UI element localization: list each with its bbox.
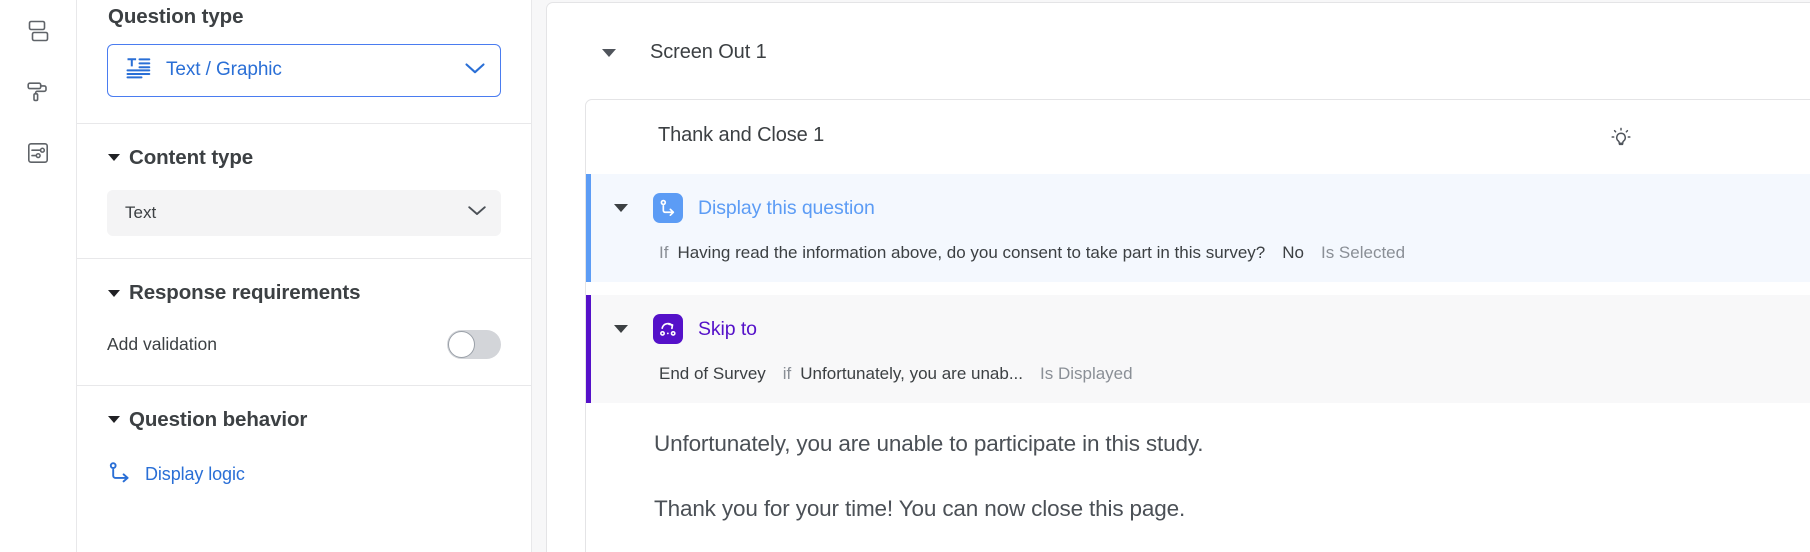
left-icon-rail: [0, 0, 77, 552]
display-logic-link-label: Display logic: [145, 464, 245, 484]
content-type-heading: Content type: [129, 145, 254, 169]
display-logic-arrow-icon: [653, 193, 683, 223]
condition-keyword: If: [659, 243, 669, 262]
condition-choice: No: [1282, 243, 1304, 262]
question-name: Thank and Close 1: [658, 124, 825, 146]
skip-logic-header: Skip to: [591, 314, 1810, 344]
block-header[interactable]: Screen Out 1: [602, 41, 767, 64]
display-logic-link[interactable]: Display logic: [107, 460, 501, 489]
text-graphic-icon: [126, 57, 151, 84]
survey-editor-screen: Question type Text / Graphic Content typ…: [0, 0, 1810, 552]
divider: [77, 384, 531, 386]
caret-down-icon: [108, 289, 120, 297]
toggle-knob: [448, 330, 475, 358]
caret-down-icon: [108, 154, 120, 162]
divider: [77, 122, 531, 124]
skip-logic-condition: End of Survey if Unfortunately, you are …: [591, 364, 1810, 384]
rail-item-look-and-feel[interactable]: [15, 69, 61, 115]
question-card-header: Thank and Close 1: [586, 100, 1810, 174]
content-type-section-header[interactable]: Content type: [107, 145, 501, 169]
question-type-select[interactable]: Text / Graphic: [107, 43, 501, 97]
question-card: Thank and Close 1 Display this question …: [585, 99, 1810, 552]
response-requirements-heading: Response requirements: [129, 281, 361, 304]
question-body[interactable]: Unfortunately, you are unable to partici…: [586, 403, 1810, 522]
display-logic-header: Display this question: [591, 193, 1810, 223]
block-sheet: Screen Out 1 Thank and Close 1 Display t…: [546, 2, 1810, 552]
skip-to-arc-icon: [653, 314, 683, 344]
chevron-down-icon: [464, 61, 486, 80]
display-logic-condition: If Having read the information above, do…: [591, 243, 1810, 263]
add-validation-row: Add validation: [107, 329, 501, 359]
lightbulb-icon[interactable]: [1601, 118, 1641, 158]
question-behavior-heading: Question behavior: [129, 407, 308, 431]
sliders-settings-icon: [25, 140, 51, 166]
display-logic-title[interactable]: Display this question: [698, 197, 875, 220]
content-type-select[interactable]: Text: [107, 190, 501, 236]
survey-canvas: Screen Out 1 Thank and Close 1 Display t…: [532, 0, 1810, 552]
question-settings-panel: Question type Text / Graphic Content typ…: [77, 0, 532, 552]
caret-down-icon[interactable]: [614, 204, 628, 212]
add-validation-label: Add validation: [107, 333, 217, 354]
skip-logic-title[interactable]: Skip to: [698, 318, 757, 341]
display-logic-row: Display this question If Having read the…: [586, 174, 1810, 282]
question-type-heading: Question type: [108, 5, 244, 28]
skip-logic-row: Skip to End of Survey if Unfortunately, …: [586, 295, 1810, 403]
condition-operator: Is Selected: [1320, 243, 1406, 262]
question-behavior-section-header[interactable]: Question behavior: [107, 407, 501, 431]
caret-down-icon[interactable]: [602, 48, 616, 57]
condition-subject: Having read the information above, do yo…: [677, 243, 1266, 262]
rail-item-layout[interactable]: [15, 8, 61, 54]
condition-keyword: if: [782, 364, 792, 383]
question-body-paragraph-2: Thank you for your time! You can now clo…: [654, 496, 1186, 521]
question-body-paragraph-1: Unfortunately, you are unable to partici…: [654, 431, 1204, 456]
caret-down-icon: [108, 416, 120, 424]
divider: [77, 258, 531, 259]
chevron-down-icon: [467, 204, 487, 222]
block-title: Screen Out 1: [650, 41, 767, 63]
skip-target: End of Survey: [659, 364, 766, 383]
response-requirements-section-header[interactable]: Response requirements: [107, 281, 501, 304]
condition-subject: Unfortunately, you are unab...: [800, 364, 1023, 383]
rail-item-survey-options[interactable]: [15, 130, 61, 176]
add-validation-toggle[interactable]: [447, 329, 501, 359]
condition-operator: Is Displayed: [1040, 364, 1133, 383]
content-type-value: Text: [125, 203, 157, 222]
paint-roller-icon: [25, 79, 51, 105]
display-logic-arrow-icon: [108, 460, 132, 489]
question-type-value: Text / Graphic: [166, 59, 282, 80]
layout-blocks-icon: [25, 18, 51, 44]
caret-down-icon[interactable]: [614, 325, 628, 333]
